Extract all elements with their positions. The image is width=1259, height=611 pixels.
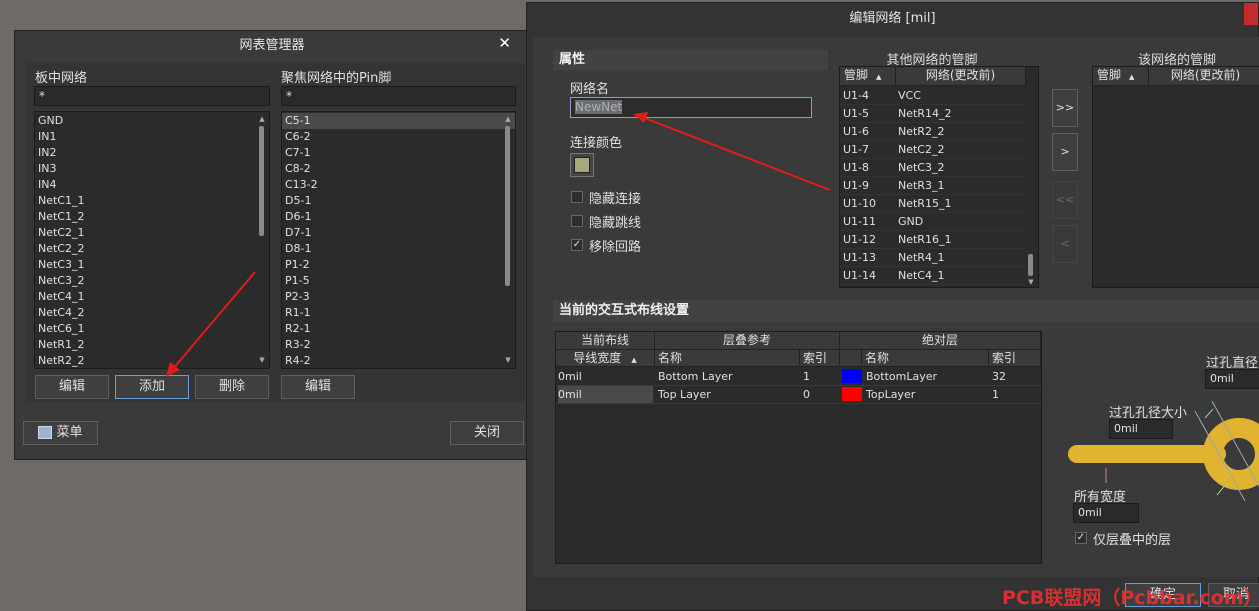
annotation-arrow [171,271,256,371]
arrow-head-icon [633,112,648,123]
annotation-arrows [166,112,831,377]
annotation-arrow [641,116,831,191]
